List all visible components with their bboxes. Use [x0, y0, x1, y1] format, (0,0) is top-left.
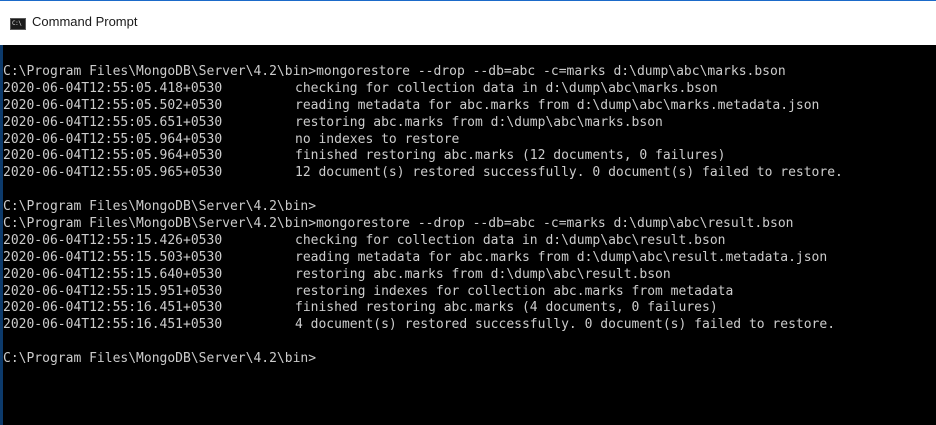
log-timestamp: 2020-06-04T12:55:05.965+0530	[3, 165, 223, 181]
cmd-icon: C:\	[10, 18, 26, 30]
log-timestamp: 2020-06-04T12:55:05.502+0530	[3, 97, 223, 113]
log-timestamp: 2020-06-04T12:55:05.651+0530	[3, 114, 223, 130]
command-line: C:\Program Files\MongoDB\Server\4.2\bin>…	[3, 216, 794, 232]
log-message: reading metadata for abc.marks from d:\d…	[295, 249, 828, 265]
command-line: C:\Program Files\MongoDB\Server\4.2\bin>	[3, 351, 317, 367]
log-timestamp: 2020-06-04T12:55:15.951+0530	[3, 283, 223, 299]
scrollbar[interactable]	[928, 45, 936, 425]
log-line: 2020-06-04T12:55:15.503+0530 reading meta…	[3, 250, 936, 267]
log-timestamp: 2020-06-04T12:55:15.426+0530	[3, 232, 223, 248]
log-message: reading metadata for abc.marks from d:\d…	[295, 97, 820, 113]
log-line: 2020-06-04T12:55:15.640+0530 restoring ab…	[3, 267, 936, 284]
log-timestamp: 2020-06-04T12:55:16.451+0530	[3, 317, 223, 333]
log-message: restoring abc.marks from d:\dump\abc\res…	[295, 266, 671, 282]
log-message: restoring indexes for collection abc.mar…	[295, 283, 734, 299]
command-prompt-window: C:\ Command Prompt C:\Program Files\Mong…	[0, 0, 936, 425]
log-timestamp: 2020-06-04T12:55:15.503+0530	[3, 249, 223, 265]
log-timestamp: 2020-06-04T12:55:05.964+0530	[3, 148, 223, 164]
log-line: 2020-06-04T12:55:15.951+0530 restoring in…	[3, 284, 936, 301]
log-message: restoring abc.marks from d:\dump\abc\mar…	[295, 114, 663, 130]
log-line: 2020-06-04T12:55:15.426+0530 checking for…	[3, 233, 936, 250]
log-message: no indexes to restore	[295, 131, 460, 147]
title-bar[interactable]: C:\ Command Prompt	[0, 0, 936, 45]
log-line: 2020-06-04T12:55:05.964+0530 no indexes t…	[3, 132, 936, 149]
log-line: 2020-06-04T12:55:05.964+0530 finished res…	[3, 148, 936, 165]
log-timestamp: 2020-06-04T12:55:15.640+0530	[3, 266, 223, 282]
log-message: finished restoring abc.marks (12 documen…	[295, 148, 726, 164]
log-line: 2020-06-04T12:55:05.502+0530 reading meta…	[3, 98, 936, 115]
log-line: 2020-06-04T12:55:16.451+0530 finished res…	[3, 300, 936, 317]
log-message: checking for collection data in d:\dump\…	[295, 80, 718, 96]
window-title: Command Prompt	[32, 14, 138, 29]
log-message: finished restoring abc.marks (4 document…	[295, 300, 718, 316]
log-line: 2020-06-04T12:55:05.965+0530 12 document(…	[3, 165, 936, 182]
command-line: C:\Program Files\MongoDB\Server\4.2\bin>	[3, 199, 317, 215]
log-timestamp: 2020-06-04T12:55:05.964+0530	[3, 131, 223, 147]
log-line: 2020-06-04T12:55:05.651+0530 restoring ab…	[3, 115, 936, 132]
log-timestamp: 2020-06-04T12:55:16.451+0530	[3, 300, 223, 316]
log-line: 2020-06-04T12:55:16.451+0530 4 document(s…	[3, 317, 936, 334]
log-timestamp: 2020-06-04T12:55:05.418+0530	[3, 80, 223, 96]
log-line: 2020-06-04T12:55:05.418+0530 checking for…	[3, 81, 936, 98]
console-output[interactable]: C:\Program Files\MongoDB\Server\4.2\bin>…	[3, 64, 936, 425]
log-message: 4 document(s) restored successfully. 0 d…	[295, 317, 836, 333]
command-line: C:\Program Files\MongoDB\Server\4.2\bin>…	[3, 64, 786, 79]
log-message: 12 document(s) restored successfully. 0 …	[295, 165, 843, 181]
log-message: checking for collection data in d:\dump\…	[295, 232, 726, 248]
